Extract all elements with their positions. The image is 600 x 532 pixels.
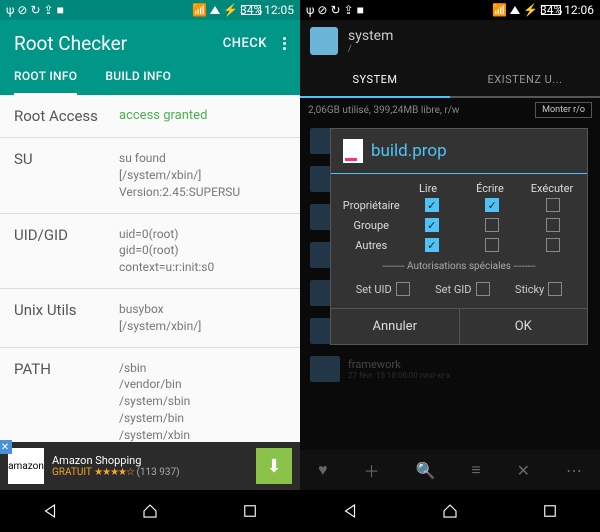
signal-icon <box>510 6 520 14</box>
clock: 12:06 <box>564 3 594 17</box>
recent-icon[interactable] <box>241 502 259 520</box>
sort-icon[interactable]: ≡ <box>471 460 480 480</box>
ad-banner[interactable]: ✕ amazon Amazon Shopping GRATUIT ★★★★☆ (… <box>0 442 300 490</box>
row-value: access granted <box>119 107 207 125</box>
android-navbar <box>0 490 300 532</box>
checkbox[interactable] <box>485 238 499 252</box>
row-value: uid=0(root)gid=0(root)context=u:r:init:s… <box>119 226 214 276</box>
appbar: Root Checker CHECK ROOT INFO BUILD INFO <box>0 20 300 95</box>
tab-build-info[interactable]: BUILD INFO <box>105 69 171 95</box>
perm-label: Groupe <box>335 219 402 232</box>
statusbar-left: ψ⊘↻⇪■ 📶 ⚡ 34% 12:05 <box>0 0 300 20</box>
overflow-menu-icon[interactable] <box>283 37 286 50</box>
perm-label: Propriétaire <box>335 199 402 212</box>
download-icon[interactable]: ⬇ <box>256 448 292 484</box>
dialog-title: build.prop <box>371 141 447 161</box>
mount-button[interactable]: Monter r/o <box>535 102 592 118</box>
checkbox[interactable]: ✓ <box>425 198 439 212</box>
checkbox[interactable] <box>548 282 562 296</box>
battery-icon: 34% <box>241 5 261 15</box>
info-row: Unix Utilsbusybox[/system/xbin/] <box>0 289 300 348</box>
ad-close-icon[interactable]: ✕ <box>0 440 12 454</box>
row-value: /sbin/vendor/bin/system/sbin/system/bin/… <box>119 360 190 442</box>
info-row: Root Accessaccess granted <box>0 95 300 138</box>
info-row: UID/GIDuid=0(root)gid=0(root)context=u:r… <box>0 214 300 289</box>
permissions-dialog: build.prop Lire Écrire Exécuter Propriét… <box>330 128 588 345</box>
checkbox[interactable] <box>546 218 560 232</box>
perm-row: Propriétaire ✓ ✓ <box>335 195 583 215</box>
file-icon <box>343 139 363 163</box>
favorite-icon[interactable]: ♥ <box>318 460 328 480</box>
android-navbar <box>300 490 600 532</box>
back-icon[interactable] <box>41 502 59 520</box>
cancel-button[interactable]: Annuler <box>331 309 460 344</box>
storage-info: 2,06GB utilisé, 399,24MB libre, r/w Mont… <box>300 98 600 122</box>
row-value: busybox[/system/xbin/] <box>119 301 201 335</box>
folder-icon <box>310 356 340 382</box>
row-label: SU <box>14 150 119 200</box>
checkbox[interactable]: ✓ <box>425 218 439 232</box>
ad-app-icon: amazon <box>8 448 44 484</box>
back-icon[interactable] <box>341 502 359 520</box>
recent-icon[interactable] <box>541 502 559 520</box>
row-label: Unix Utils <box>14 301 119 335</box>
file-row[interactable]: framework27 févr. 15 18:06:00 rwxr-xr-x <box>300 350 600 388</box>
signal-icon <box>210 6 220 14</box>
checkbox[interactable] <box>485 218 499 232</box>
row-value: su found[/system/xbin/]Version:2.45:SUPE… <box>119 150 240 200</box>
search-icon[interactable]: 🔍 <box>415 461 435 480</box>
row-label: Root Access <box>14 107 119 125</box>
tabs: ROOT INFO BUILD INFO <box>14 69 286 95</box>
checkbox[interactable] <box>476 282 490 296</box>
wifi-icon: 📶 <box>192 3 207 17</box>
home-icon[interactable] <box>441 502 459 520</box>
perm-row: Groupe ✓ <box>335 215 583 235</box>
battery-icon: 34% <box>541 5 561 15</box>
check-button[interactable]: CHECK <box>223 36 267 51</box>
more-icon[interactable]: ⋯ <box>566 461 582 480</box>
info-row: PATH/sbin/vendor/bin/system/sbin/system/… <box>0 348 300 442</box>
checkbox[interactable]: ✓ <box>485 198 499 212</box>
root-info-list: Root Accessaccess grantedSUsu found[/sys… <box>0 95 300 442</box>
close-icon[interactable]: ✕ <box>517 461 530 480</box>
checkbox[interactable]: ✓ <box>425 238 439 252</box>
home-icon[interactable] <box>141 502 159 520</box>
ok-button[interactable]: OK <box>460 309 588 344</box>
tab-system[interactable]: SYSTEM <box>300 62 450 98</box>
special-perm[interactable]: Set UID <box>356 282 410 296</box>
clock: 12:05 <box>264 3 294 17</box>
checkbox[interactable] <box>396 282 410 296</box>
checkbox[interactable] <box>546 198 560 212</box>
special-perm[interactable]: Set GID <box>435 282 489 296</box>
wifi-icon: 📶 <box>492 3 507 17</box>
tab-root-info[interactable]: ROOT INFO <box>14 69 77 95</box>
special-perms-label: -------- Autorisations spéciales -------… <box>335 255 583 278</box>
tab-existenz[interactable]: EXISTENZ U... <box>450 62 600 96</box>
row-label: UID/GID <box>14 226 119 276</box>
perm-label: Autres <box>335 239 402 252</box>
info-row: SUsu found[/system/xbin/]Version:2.45:SU… <box>0 138 300 213</box>
checkbox[interactable] <box>546 238 560 252</box>
perm-row: Autres ✓ <box>335 235 583 255</box>
app-title: Root Checker <box>14 32 127 55</box>
fm-bottombar: ♥ ＋ 🔍 ≡ ✕ ⋯ <box>300 450 600 490</box>
fm-tabs: SYSTEM EXISTENZ U... <box>300 62 600 98</box>
file-manager-topbar: system/ <box>300 20 600 62</box>
folder-icon <box>310 27 338 55</box>
add-icon[interactable]: ＋ <box>363 458 379 482</box>
ad-title: Amazon Shopping <box>52 454 248 467</box>
special-perm[interactable]: Sticky <box>515 282 562 296</box>
row-label: PATH <box>14 360 119 442</box>
statusbar-right: ψ⊘↻⇪■ 📶 ⚡ 34% 12:06 <box>300 0 600 20</box>
